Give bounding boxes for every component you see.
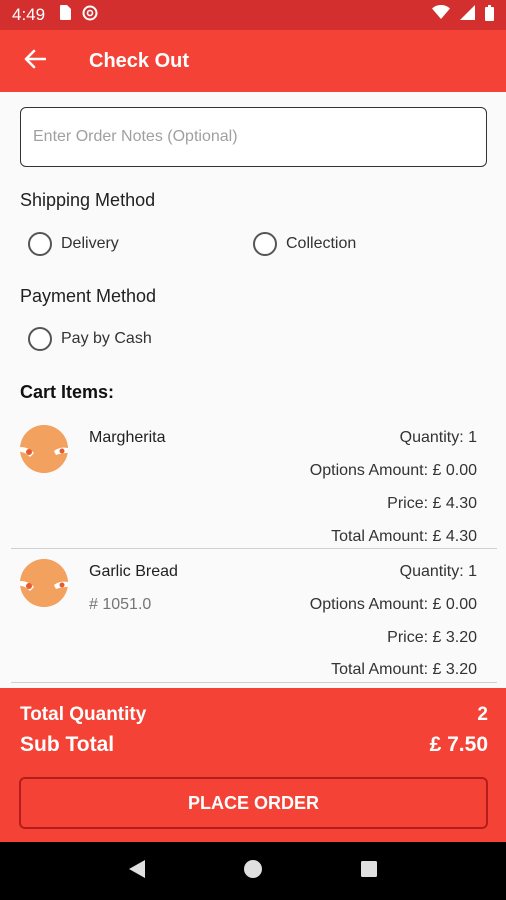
radio-circle-icon	[253, 232, 277, 256]
sub-total-value: £ 7.50	[429, 733, 488, 756]
radio-label: Pay by Cash	[61, 330, 152, 347]
cart-item-quantity: Quantity: 1	[399, 429, 477, 446]
nav-back-icon[interactable]	[128, 859, 146, 884]
page-title: Check Out	[89, 49, 190, 72]
total-quantity-label: Total Quantity	[20, 704, 147, 725]
radio-label: Delivery	[61, 235, 119, 252]
battery-icon	[485, 4, 494, 26]
radio-collection[interactable]: Collection	[253, 232, 356, 256]
back-button[interactable]	[0, 30, 70, 92]
radio-delivery[interactable]: Delivery	[28, 232, 119, 256]
cart-item-options-amount: Options Amount: £ 0.00	[309, 462, 477, 479]
cart-item-total-amount: Total Amount: £ 3.20	[331, 661, 477, 678]
cart-item-price: Price: £ 4.30	[387, 495, 477, 512]
place-order-button[interactable]: PLACE ORDER	[19, 777, 488, 829]
radio-label: Collection	[286, 235, 357, 252]
order-summary: Total Quantity 2 Sub Total £ 7.50 PLACE …	[0, 688, 506, 842]
total-quantity-row: Total Quantity 2	[20, 704, 488, 726]
food-thumbnail-icon	[20, 425, 68, 473]
divider	[11, 682, 497, 683]
radio-circle-icon	[28, 327, 52, 351]
divider	[11, 548, 497, 549]
order-notes-field[interactable]	[20, 107, 487, 167]
total-quantity-value: 2	[477, 704, 488, 725]
cart-item-name: Garlic Bread	[89, 563, 178, 580]
cart-item-price: Price: £ 3.20	[387, 629, 477, 646]
cart-item[interactable]: Margherita Quantity: 1 Options Amount: £…	[11, 420, 497, 550]
cart-item-total-amount: Total Amount: £ 4.30	[331, 528, 477, 545]
cart-item-name: Margherita	[89, 429, 166, 446]
cart-items-title: Cart Items:	[20, 382, 115, 402]
radio-pay-by-cash[interactable]: Pay by Cash	[28, 327, 152, 351]
radio-circle-icon	[28, 232, 52, 256]
back-arrow-icon	[24, 49, 47, 74]
cart-item-quantity: Quantity: 1	[399, 563, 477, 580]
signal-icon	[460, 5, 475, 25]
sub-total-label: Sub Total	[20, 733, 115, 756]
nav-recents-icon[interactable]	[360, 860, 378, 883]
nav-home-icon[interactable]	[243, 859, 263, 884]
cart-item[interactable]: Garlic Bread # 1051.0 Quantity: 1 Option…	[11, 553, 497, 683]
app-bar: Check Out	[0, 30, 506, 92]
no-disturb-icon	[82, 5, 98, 26]
order-notes-input[interactable]	[33, 128, 474, 146]
food-thumbnail-icon	[20, 559, 68, 607]
cart-item-code: # 1051.0	[89, 596, 152, 613]
status-bar: 4:49	[0, 0, 506, 30]
wifi-icon	[432, 5, 450, 25]
sim-card-icon	[59, 5, 72, 25]
system-nav-bar	[0, 842, 506, 900]
status-time: 4:49	[12, 5, 46, 24]
sub-total-row: Sub Total £ 7.50	[20, 733, 488, 757]
shipping-method-title: Shipping Method	[20, 190, 156, 210]
payment-method-title: Payment Method	[20, 286, 157, 306]
cart-item-options-amount: Options Amount: £ 0.00	[309, 596, 477, 613]
